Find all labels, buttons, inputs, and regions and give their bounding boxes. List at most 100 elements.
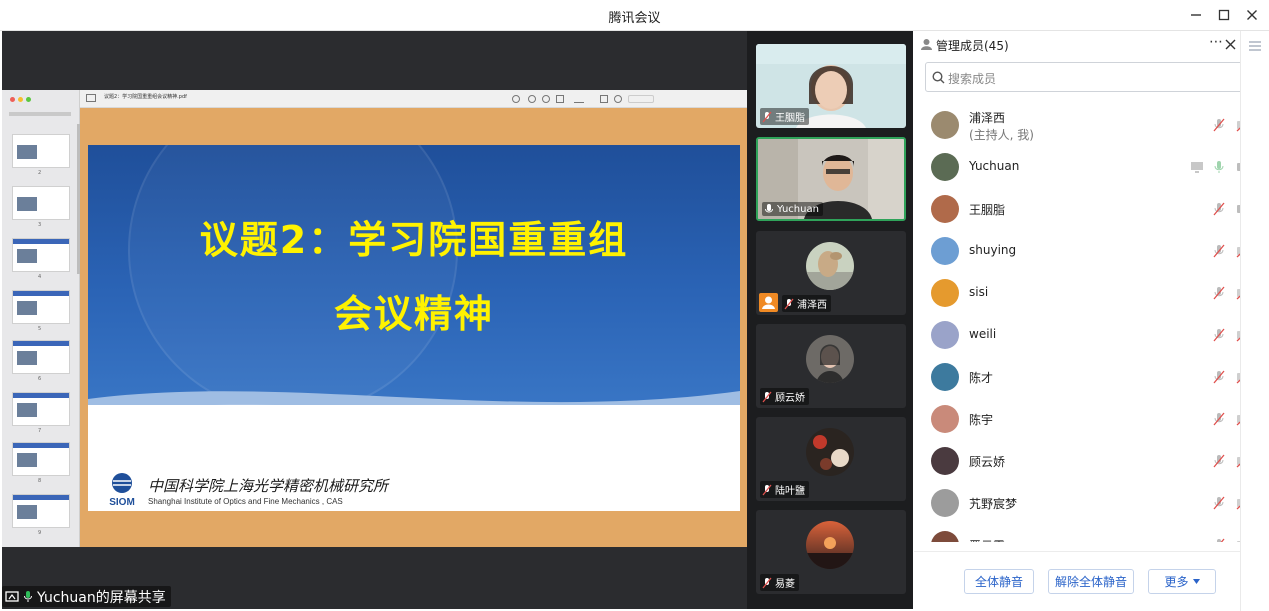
member-row[interactable]: 艽野宸梦 [914, 482, 1240, 524]
video-tile-name: 陆叶鹽 [760, 481, 809, 498]
video-tile-5[interactable]: 陆叶鹽 [756, 417, 906, 501]
member-row[interactable]: 晋云霞 [914, 524, 1240, 542]
member-name: sisi [969, 285, 989, 299]
participant-avatar [806, 521, 854, 569]
pdf-page-thumbnail[interactable] [12, 238, 70, 272]
video-tile-name: 浦泽西 [782, 295, 831, 312]
member-list: 浦泽西 (主持人, 我) Yuchuan 王胭脂 shuying sisi weili 陈才陈… [914, 104, 1240, 542]
pdf-thumbnail-panel: 2 3 4 5 6 7 8 9 [2, 90, 80, 547]
member-row[interactable]: shuying [914, 230, 1240, 272]
member-row[interactable]: sisi [914, 272, 1240, 314]
window-title: 腾讯会议 [608, 11, 661, 26]
mic-muted-icon[interactable] [1212, 411, 1226, 430]
more-options-icon[interactable]: ⋯ [1209, 34, 1223, 50]
mic-muted-icon [762, 484, 772, 495]
member-avatar [931, 279, 959, 307]
pdf-page-thumbnail[interactable] [12, 442, 70, 476]
microphone-icon [24, 591, 32, 602]
mic-muted-icon[interactable] [1212, 495, 1226, 514]
members-icon [921, 39, 932, 50]
unmute-all-button[interactable]: 解除全体静音 [1048, 569, 1134, 594]
search-placeholder: 搜索成员 [948, 72, 997, 86]
video-tile-3[interactable]: 浦泽西 [756, 231, 906, 315]
member-name: 陈才 [969, 371, 994, 385]
member-row[interactable]: 王胭脂 [914, 188, 1240, 230]
member-name: 顾云娇 [969, 455, 1006, 469]
member-avatar [931, 153, 959, 181]
member-avatar [931, 447, 959, 475]
pdf-page-thumbnail[interactable] [12, 392, 70, 426]
member-search-input[interactable]: 搜索成员 [925, 62, 1256, 92]
mic-muted-icon[interactable] [1212, 369, 1226, 388]
microphone-icon [765, 204, 773, 213]
title-bar: 腾讯会议 [0, 0, 1269, 31]
pdf-page-thumbnail[interactable] [12, 134, 70, 168]
siom-logo-text: SIOM [109, 497, 135, 507]
pdf-page-number: 5 [38, 326, 42, 332]
members-footer: 全体静音 解除全体静音 更多 [914, 551, 1240, 611]
microphone-icon[interactable] [1212, 159, 1226, 178]
pdf-page-number: 9 [38, 530, 42, 536]
mic-muted-icon[interactable] [1212, 201, 1226, 220]
pdf-page-thumbnail[interactable] [12, 494, 70, 528]
screen-share-label-text: Yuchuan的屏幕共享 [37, 589, 166, 606]
member-avatar [931, 111, 959, 139]
member-name: 晋云霞 [969, 537, 1005, 542]
mic-muted-icon [762, 577, 772, 588]
mic-muted-icon[interactable] [1212, 327, 1226, 346]
maximize-button[interactable] [1213, 4, 1235, 26]
pdf-page-thumbnail[interactable] [12, 340, 70, 374]
member-avatar [931, 363, 959, 391]
mic-muted-icon[interactable] [1212, 537, 1226, 542]
member-row[interactable]: 陈宇 [914, 398, 1240, 440]
video-tile-1[interactable]: 王胭脂 [756, 44, 906, 128]
member-row[interactable]: 顾云娇 [914, 440, 1240, 482]
video-tile-6[interactable]: 易菱 [756, 510, 906, 594]
participant-avatar [806, 335, 854, 383]
mute-all-button[interactable]: 全体静音 [964, 569, 1034, 594]
video-tile-4[interactable]: 顾云娇 [756, 324, 906, 408]
member-row[interactable]: 浦泽西 (主持人, 我) [914, 104, 1240, 146]
member-avatar [931, 237, 959, 265]
screen-sharing-icon [1190, 159, 1204, 178]
member-name: 艽野宸梦 [969, 497, 1018, 511]
video-tile-name: 易菱 [760, 574, 799, 591]
mic-muted-icon[interactable] [1212, 117, 1226, 136]
pdf-page-number: 6 [38, 376, 42, 382]
slide-title-line1: 议题2：学习院国重重组 [199, 218, 629, 262]
mic-muted-icon [762, 391, 772, 402]
member-name: weili [969, 327, 997, 341]
pdf-page-number: 2 [38, 170, 42, 176]
pdf-page-number: 8 [38, 478, 42, 484]
pdf-filename: 议题2：学习院国重重组会议精神.pdf [104, 94, 187, 100]
members-panel: 管理成员(45) ⋯ 搜索成员 浦泽西 (主持人, 我) Yuchuan 王胭脂 shu… [914, 31, 1269, 611]
pdf-page-thumbnail[interactable] [12, 186, 70, 220]
member-row[interactable]: Yuchuan [914, 146, 1240, 188]
minimize-button[interactable] [1185, 4, 1207, 26]
close-button[interactable] [1241, 4, 1263, 26]
member-row[interactable]: weili [914, 314, 1240, 356]
member-name: 王胭脂 [969, 203, 1006, 217]
video-tile-2[interactable]: Yuchuan [756, 137, 906, 221]
institute-name-en: Shanghai Institute of Optics and Fine Me… [148, 497, 343, 506]
member-role: (主持人, 我) [969, 128, 1034, 142]
mic-muted-icon[interactable] [1212, 243, 1226, 262]
participant-avatar [806, 428, 854, 476]
menu-icon[interactable] [1249, 41, 1261, 51]
pdf-page-number: 4 [38, 274, 42, 280]
participant-avatar [806, 242, 854, 290]
presentation-slide: 议题2：学习院国重重组 会议精神 SIOM 中国科学院上海光学精密机械研究所 S… [88, 145, 740, 511]
video-tiles-column: 王胭脂 Yuchuan 浦泽西 顾云娇 陆叶鹽 易菱 [747, 31, 913, 609]
screen-share-icon [5, 590, 19, 602]
more-button[interactable]: 更多 [1148, 569, 1216, 594]
mic-muted-icon[interactable] [1212, 285, 1226, 304]
slide-title-line2: 会议精神 [333, 292, 494, 336]
member-row[interactable]: 陈才 [914, 356, 1240, 398]
member-name: 浦泽西 [969, 111, 1006, 125]
siom-logo: SIOM [109, 473, 135, 507]
member-avatar [931, 321, 959, 349]
mic-muted-icon[interactable] [1212, 453, 1226, 472]
pdf-page-thumbnail[interactable] [12, 290, 70, 324]
member-avatar [931, 405, 959, 433]
close-panel-icon[interactable] [1225, 39, 1236, 50]
